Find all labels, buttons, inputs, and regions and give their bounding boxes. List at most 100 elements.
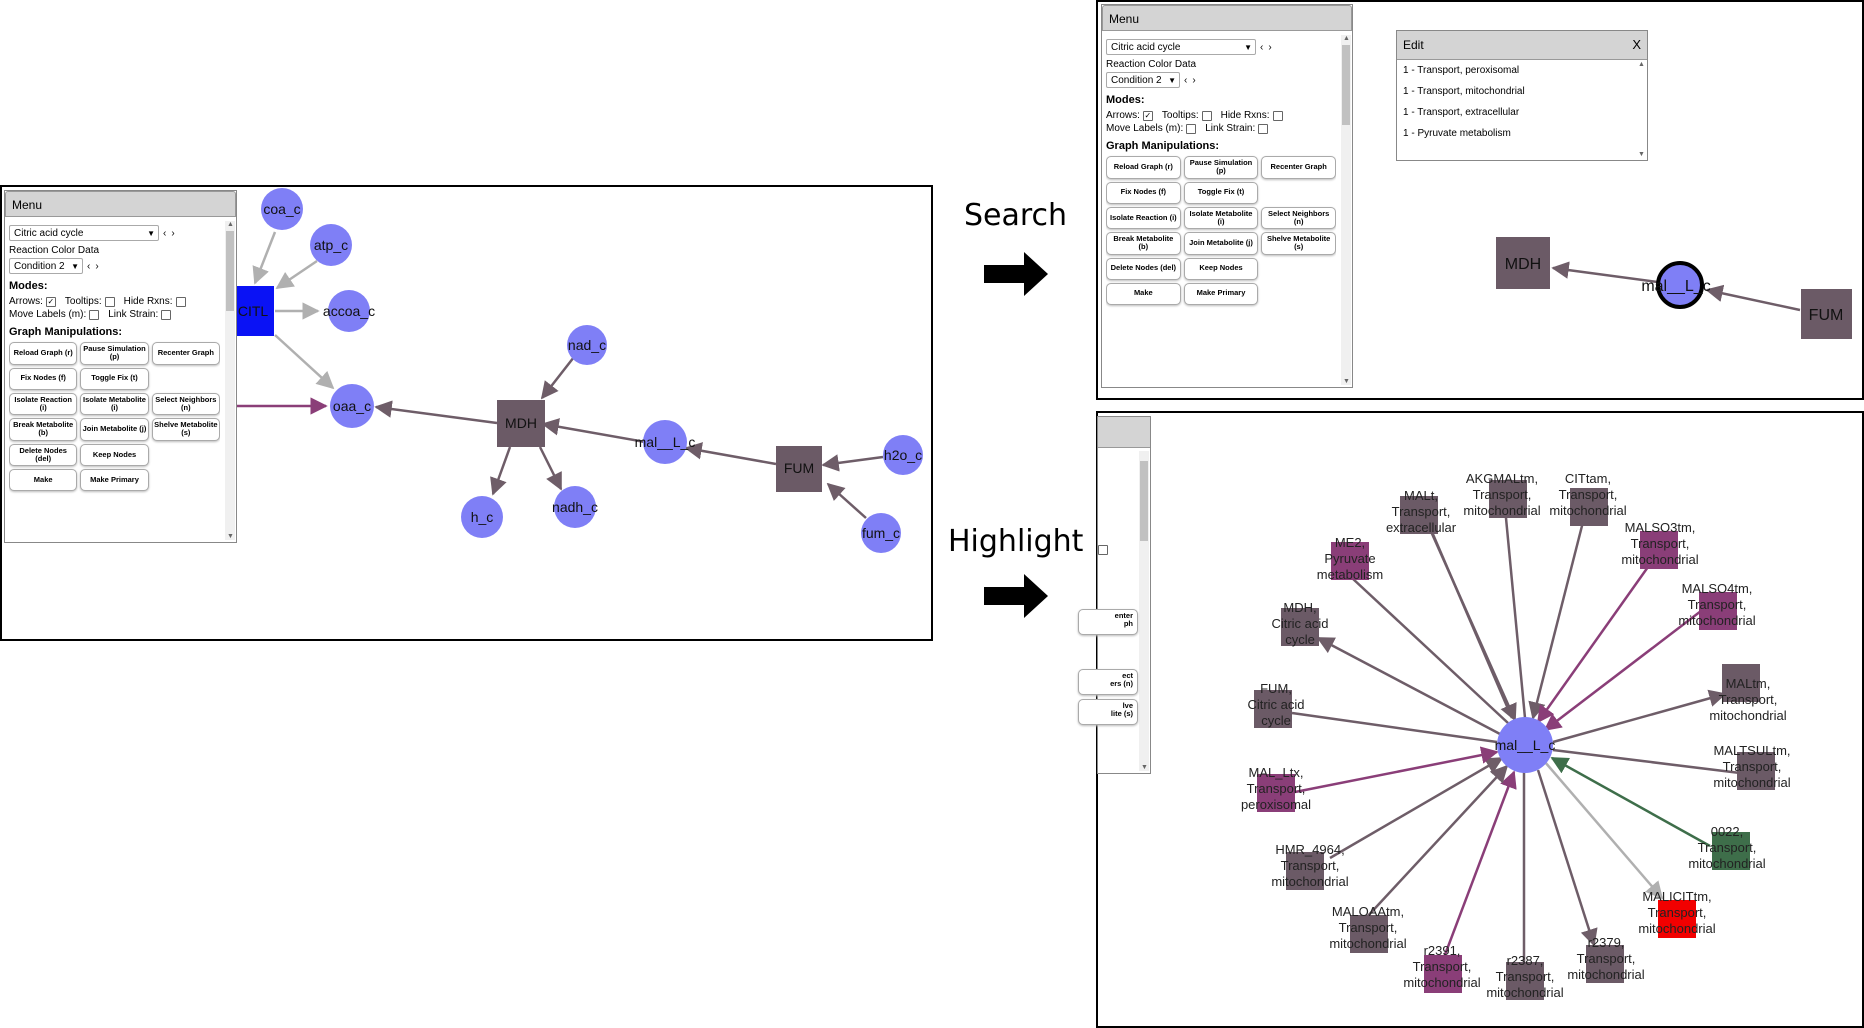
shelve-metabolite-button[interactable]: lve lite (s) (1078, 699, 1138, 725)
reload-graph-button[interactable]: Reload Graph (r) (9, 342, 78, 365)
close-button[interactable]: X (1632, 31, 1641, 59)
select-neighbors-button[interactable]: ect ers (n) (1078, 669, 1138, 695)
scroll-down-icon[interactable]: ▼ (227, 533, 234, 540)
prev-arrow-icon[interactable]: ‹ (162, 228, 167, 239)
break-metabolite-button[interactable]: Break Metabolite (b) (9, 418, 78, 441)
menu-scrollbar[interactable]: ▲ ▼ (1341, 35, 1351, 385)
edit-scrollbar[interactable]: ▲ ▼ (1638, 61, 1646, 158)
reaction-label-line: Transport, (1723, 759, 1782, 774)
reaction-label: FUM (1809, 307, 1844, 324)
link-strain-checkbox[interactable] (1258, 123, 1269, 134)
pause-simulation-button[interactable]: Pause Simulation (p) (80, 342, 149, 365)
reaction-label-line: Transport, (1559, 487, 1618, 502)
arrows-checkbox[interactable]: ✓ (45, 296, 56, 307)
scroll-up-icon[interactable]: ▲ (227, 221, 234, 228)
next-arrow-icon[interactable]: › (94, 261, 99, 272)
pause-simulation-button[interactable]: Pause Simulation (p) (1183, 156, 1259, 179)
keep-nodes-button[interactable]: Keep Nodes (1183, 257, 1259, 280)
edit-list-item[interactable]: 1 - Transport, mitochondrial (1397, 81, 1647, 102)
move-labels-checkbox[interactable] (1186, 123, 1197, 134)
reaction-label-line: mitochondrial (1329, 936, 1406, 951)
reload-graph-button[interactable]: Reload Graph (r) (1106, 156, 1181, 179)
fix-nodes-button[interactable]: Fix Nodes (f) (9, 367, 78, 390)
next-arrow-icon[interactable]: › (170, 228, 175, 239)
pathway-select[interactable]: Citric acid cycle ▼ (1106, 39, 1256, 55)
highlight-arrow-icon (984, 574, 1048, 618)
edit-list-item[interactable]: 1 - Pyruvate metabolism (1397, 123, 1647, 144)
link-strain-checkbox[interactable] (161, 309, 172, 320)
make-primary-button[interactable]: Make Primary (1183, 282, 1259, 305)
make-button[interactable]: Make (1106, 282, 1181, 305)
menu-panel-collapsed[interactable]: ▼ enter ph ect ers (n) lve lite (s) (1078, 416, 1151, 774)
fix-nodes-button[interactable]: Fix Nodes (f) (1106, 181, 1181, 204)
isolate-metabolite-button[interactable]: Isolate Metabolite (i) (1183, 206, 1259, 229)
recenter-graph-button[interactable]: Recenter Graph (1261, 156, 1336, 179)
join-metabolite-button[interactable]: Join Metabolite (j) (80, 418, 149, 441)
modes-row: Arrows: ✓ Tooltips: Hide Rxns: (9, 296, 220, 307)
edit-list-item[interactable]: 1 - Transport, peroxisomal (1397, 60, 1647, 81)
hide-rxns-checkbox[interactable] (1272, 110, 1283, 121)
next-arrow-icon[interactable]: › (1191, 75, 1196, 86)
reaction-label: HMR_4964, Transport, mitochondrial (1271, 842, 1348, 889)
menu-panel[interactable]: Menu Citric acid cycle ▼ ‹ › Reaction Co… (1101, 4, 1353, 388)
toggle-fix-button[interactable]: Toggle Fix (t) (80, 367, 149, 390)
join-metabolite-button[interactable]: Join Metabolite (j) (1183, 232, 1259, 255)
reaction-label-line: Transport, (1719, 692, 1778, 707)
edit-panel[interactable]: Edit X 1 - Transport, peroxisomal 1 - Tr… (1396, 30, 1648, 161)
pathway-select[interactable]: Citric acid cycle ▼ (9, 225, 159, 241)
break-metabolite-button[interactable]: Break Metabolite (b) (1106, 232, 1181, 255)
move-labels-checkbox[interactable] (89, 309, 100, 320)
scroll-thumb[interactable] (1342, 45, 1350, 125)
modes-header: Modes: (9, 280, 48, 292)
reaction-label-line: r2391, (1424, 943, 1461, 958)
pathway-select-value: Citric acid cycle (14, 228, 84, 239)
reaction-label: MALTSULtm, Transport, mitochondrial (1713, 743, 1790, 790)
reaction-color-label: Reaction Color Data (9, 245, 100, 256)
isolate-reaction-button[interactable]: Isolate Reaction (i) (1106, 206, 1181, 229)
prev-arrow-icon[interactable]: ‹ (1259, 42, 1264, 53)
condition-select[interactable]: Condition 2 ▼ (9, 258, 83, 274)
menu-scrollbar[interactable]: ▼ (1139, 451, 1149, 771)
condition-select[interactable]: Condition 2 ▼ (1106, 72, 1180, 88)
arrows-checkbox[interactable]: ✓ (1142, 110, 1153, 121)
prev-arrow-icon[interactable]: ‹ (86, 261, 91, 272)
reaction-label-line: Transport, (1688, 597, 1747, 612)
toggle-fix-button[interactable]: Toggle Fix (t) (1183, 181, 1259, 204)
select-neighbors-button[interactable]: Select Neighbors (n) (1261, 206, 1336, 229)
menu-header: Menu (1102, 5, 1352, 31)
isolate-reaction-button[interactable]: Isolate Reaction (i) (9, 392, 78, 415)
highlight-step-label: Highlight (948, 524, 1084, 559)
scroll-up-icon[interactable]: ▲ (1343, 35, 1350, 42)
scroll-thumb[interactable] (226, 231, 234, 311)
delete-nodes-button[interactable]: Delete Nodes (del) (9, 443, 78, 466)
isolate-metabolite-button[interactable]: Isolate Metabolite (i) (80, 392, 149, 415)
reaction-label-line: mitochondrial (1638, 921, 1715, 936)
edit-panel-header: Edit X (1397, 31, 1647, 60)
hide-rxns-checkbox[interactable] (175, 296, 186, 307)
edit-list-item[interactable]: 1 - Transport, extracellular (1397, 102, 1647, 123)
scroll-down-icon[interactable]: ▼ (1343, 378, 1350, 385)
tooltips-checkbox[interactable] (104, 296, 115, 307)
next-arrow-icon[interactable]: › (1267, 42, 1272, 53)
make-primary-button[interactable]: Make Primary (80, 469, 149, 491)
menu-scrollbar[interactable]: ▲ ▼ (225, 221, 235, 540)
prev-arrow-icon[interactable]: ‹ (1183, 75, 1188, 86)
make-button[interactable]: Make (9, 469, 78, 491)
graph-manipulations-header: Graph Manipulations: (1106, 140, 1220, 152)
recenter-graph-button[interactable]: enter ph (1078, 609, 1138, 635)
metabolite-label: coa_c (263, 201, 300, 217)
shelve-metabolite-button[interactable]: Shelve Metabolite (s) (151, 418, 220, 441)
select-neighbors-button[interactable]: Select Neighbors (n) (151, 392, 220, 415)
reaction-label: MDH (505, 415, 537, 431)
reaction-color-label: Reaction Color Data (1106, 59, 1197, 70)
reaction-label-line: Transport, (1339, 920, 1398, 935)
menu-panel[interactable]: Menu Citric acid cycle ▼ ‹ › Reaction Co… (4, 190, 237, 543)
delete-nodes-button[interactable]: Delete Nodes (del) (1106, 257, 1181, 280)
metabolite-label: mal__L_c (635, 434, 696, 450)
recenter-graph-button[interactable]: Recenter Graph (151, 342, 220, 365)
shelve-metabolite-button[interactable]: Shelve Metabolite (s) (1261, 232, 1336, 255)
checkbox[interactable] (1098, 545, 1108, 555)
tooltips-checkbox[interactable] (1201, 110, 1212, 121)
keep-nodes-button[interactable]: Keep Nodes (80, 443, 149, 466)
link-strain-label: Link Strain: (1205, 123, 1256, 134)
